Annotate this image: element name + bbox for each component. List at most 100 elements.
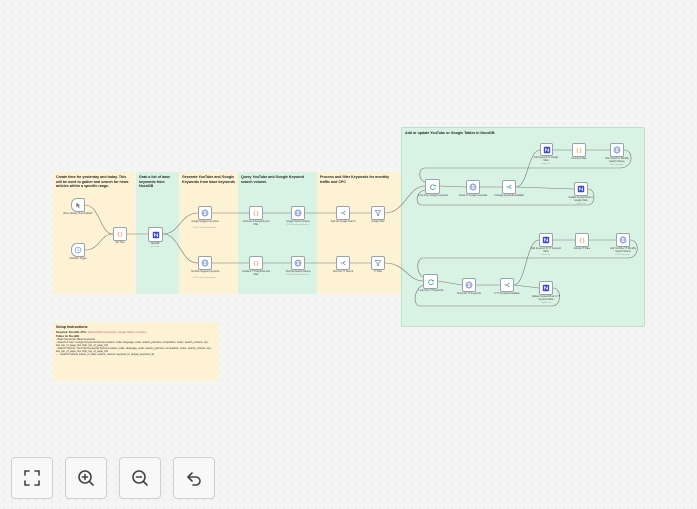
node-split-youtube[interactable] [336,256,350,270]
node-label: Update Keyword Row in Google Table [568,197,594,202]
node-if-google[interactable] [502,180,516,194]
node-check-google[interactable] [466,180,480,194]
node-subtitle: POST: https://api.dataforseo... [193,227,217,229]
node-google-suggest[interactable] [198,206,212,220]
node-label: Check for YT Keywords [456,293,482,295]
globe-icon [619,236,627,244]
node-label: When clicking 'Test workflow' [63,213,93,215]
node-nocodb[interactable] [148,227,163,242]
node-yt-monthly-volume[interactable] [616,233,630,247]
node-google-filter[interactable] [371,206,385,220]
node-add-google-keyword[interactable] [540,143,553,156]
sticky-note-setup-instructions[interactable]: Setup Instructions Required: NocoDB, API… [53,322,219,381]
node-subtitle: POST: https://api.dataforseo... [286,274,310,276]
node-label: Google Suggest Keywords [191,221,219,223]
svg-text:{}: {} [253,211,260,217]
nocodb-icon [542,284,550,292]
node-subtitle: get: 1 item [150,246,160,248]
node-label: Format YT Date [573,248,591,250]
globe-icon [201,259,209,267]
sticky-note-text: Create time for yesterday and today. Thi… [56,175,129,188]
svg-text:{}: {} [579,238,586,244]
split-icon [340,210,346,216]
workflow-canvas[interactable]: Create time for yesterday and today. Thi… [0,0,697,509]
nocodb-icon [152,231,159,238]
node-label: Format G Date [571,158,587,160]
node-label: Add YouTube YT Monthly Search Volume [610,248,636,253]
node-loop-google[interactable] [425,179,440,194]
node-format-yt-date[interactable]: {} [575,233,589,247]
setup-title: Setup Instructions [56,325,88,329]
node-youtube-filter[interactable] [371,256,385,270]
sticky-note-text: Generate YouTube and Google Keywords fro… [182,175,235,184]
node-label: If YT Keywords Available [494,293,520,295]
node-youtube-suggest[interactable] [198,256,212,270]
node-format-google-date[interactable]: {} [572,143,586,157]
globe-icon [469,183,477,191]
sticky-note-generate-keywords[interactable]: Generate YouTube and Google Keywords fro… [179,172,238,294]
node-subtitle: update: row [576,203,586,205]
node-label: YT Filter [373,271,383,273]
node-label: Google Filter [371,221,385,223]
code-braces-icon: {} [579,238,586,244]
node-subtitle: update: row [541,302,551,304]
node-split-google[interactable] [336,206,350,220]
node-label: Add Keyword To Google Table [533,157,559,162]
node-loop-youtube[interactable] [423,274,438,289]
split-icon [340,260,346,266]
filter-icon [374,210,382,217]
node-combine-youtube[interactable]: {} [249,256,263,270]
node-label: If Google Keywords Available [494,195,524,197]
node-label: Combine & Keywords and Filter [242,221,270,226]
loop-icon [429,183,436,190]
setup-required-links[interactable]: DataForSEO (Keywords), Google Tables (Cr… [88,331,147,334]
node-add-yt-keyword[interactable] [539,233,553,247]
node-label: Set Time [115,242,125,244]
zoom-out-button[interactable] [119,457,161,499]
nocodb-icon [542,236,550,244]
node-youtube-volume[interactable] [291,256,305,270]
nocodb-icon [543,146,550,153]
sticky-note-add-update[interactable]: Add or update YouTube or Google Tables i… [401,127,645,327]
node-subtitle: POST: https://api... [609,164,625,166]
setup-required-line: Required: NocoDB, APIs: DataForSEO (Keyw… [56,331,216,334]
zoom-in-button[interactable] [65,457,107,499]
svg-text:{}: {} [117,232,124,238]
sticky-note-text: Query YouTube and Google Keyword search … [241,175,305,184]
undo-icon [187,472,201,486]
node-google-volume[interactable] [291,206,305,220]
cursor-click-icon [76,202,81,209]
node-label: Add Keyword To YT Keyword Table [531,248,561,253]
sticky-note-text: Grab a list of base keywords from NocoDB [139,175,171,188]
node-combine-google[interactable]: {} [249,206,263,220]
node-set-time[interactable]: {} [113,227,127,241]
node-subtitle: POST: https://api.dataforseo... [193,277,217,279]
node-subtitle: create: row [541,254,551,256]
code-braces-icon: {} [576,148,583,154]
node-subtitle: create: row [541,163,551,165]
node-check-youtube[interactable] [462,278,476,292]
sticky-note-text: Add or update YouTube or Google Tables i… [405,131,495,135]
zoom-out-icon [132,470,148,486]
reset-zoom-button[interactable] [173,457,215,499]
node-manual-trigger[interactable] [71,198,85,212]
node-label: Loop Over YT Keywords [418,290,444,292]
svg-text:{}: {} [253,261,260,267]
sticky-note-process-filter[interactable]: Process and filter Keywords for monthly … [317,172,401,294]
svg-text:{}: {} [576,148,583,154]
node-schedule-trigger[interactable] [71,243,85,257]
branch-icon [504,282,510,288]
fit-view-button[interactable] [11,457,53,499]
node-if-youtube[interactable] [500,278,514,292]
node-update-google-row[interactable] [574,182,588,196]
node-label: Split Out YT Search [332,271,354,273]
node-google-monthly-volume[interactable] [610,143,624,157]
node-update-yt-row[interactable] [539,281,553,295]
node-label: Combine YT Keywords and Filter [242,271,270,276]
node-label: Loop Over Google Keywords [418,195,448,197]
globe-icon [294,259,302,267]
nocodb-icon [577,185,585,193]
setup-required-prefix: Required: NocoDB, APIs: [56,330,88,334]
sticky-note-text: Process and filter Keywords for monthly … [320,175,390,184]
node-subtitle: POST: https://api... [615,254,631,256]
